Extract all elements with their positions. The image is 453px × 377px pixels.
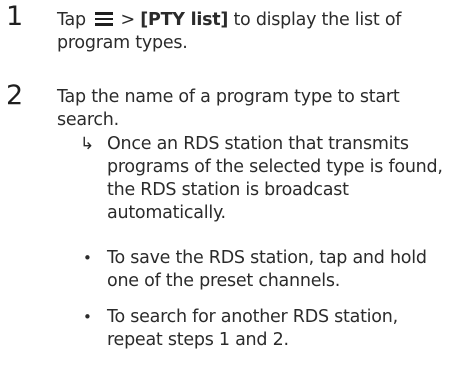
bullet-icon: • — [83, 249, 92, 267]
pty-list-label: [PTY list] — [140, 10, 229, 30]
arrow-icon: ↳ — [80, 134, 95, 154]
step-text-start: Tap — [57, 10, 86, 30]
step-number: 1 — [6, 1, 24, 32]
menu-icon — [95, 12, 114, 26]
bullet-icon: • — [83, 308, 92, 326]
step-text: Tap > [PTY list] to display the list of … — [57, 9, 451, 55]
bullet-text: To search for another RDS station, repea… — [107, 307, 398, 350]
bullet-text: To save the RDS station, tap and hold on… — [107, 248, 427, 291]
step-number: 2 — [6, 80, 24, 111]
result-text: Once an RDS station that transmits progr… — [107, 134, 443, 223]
instruction-document: 1 Tap > [PTY list] to display the list o… — [0, 0, 453, 377]
step-text: Tap the name of a program type to start … — [57, 87, 400, 130]
step-separator: > — [120, 10, 136, 30]
